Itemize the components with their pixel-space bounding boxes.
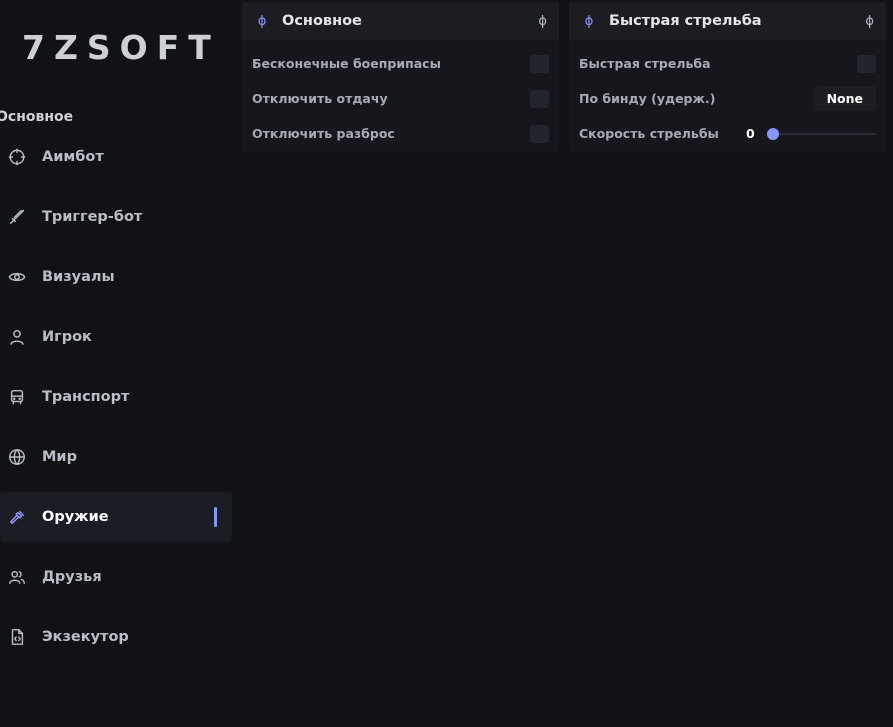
panel-title: Основное — [282, 13, 362, 29]
phi-icon[interactable]: ϕ — [865, 14, 874, 29]
rapid-fire-panel: ϕ Быстрая стрельба ϕ Быстрая стрельба По… — [569, 2, 886, 152]
active-indicator — [214, 507, 217, 527]
sidebar-item-world[interactable]: Мир — [0, 432, 232, 482]
sidebar-item-label: Мир — [42, 449, 77, 465]
sidebar-item-weapons[interactable]: Оружие — [0, 492, 232, 542]
sidebar-section-label: Основное — [0, 109, 74, 125]
sidebar-item-label: Игрок — [42, 329, 92, 345]
sword-icon — [8, 208, 26, 226]
panel-header: ϕ Основное ϕ — [242, 2, 559, 40]
setting-label: Отключить разброс — [252, 126, 395, 141]
main-settings-panel: ϕ Основное ϕ Бесконечные боеприпасы Откл… — [242, 2, 559, 152]
slider-handle[interactable] — [767, 127, 779, 140]
app-window: 7ZSOFT Основное Аимбот Триггер-бот Визуа… — [0, 0, 893, 727]
panel-title: Быстрая стрельба — [609, 13, 762, 29]
setting-label: Скорость стрельбы — [579, 126, 719, 141]
sidebar-item-visuals[interactable]: Визуалы — [0, 252, 232, 302]
sidebar-item-label: Транспорт — [42, 389, 130, 405]
rapid-fire-checkbox[interactable] — [857, 54, 876, 73]
bus-icon — [8, 388, 26, 406]
setting-row-infinite-ammo: Бесконечные боеприпасы — [252, 46, 549, 81]
phi-icon[interactable]: ϕ — [538, 14, 547, 29]
sidebar-item-label: Друзья — [42, 569, 102, 585]
setting-row-no-recoil: Отключить отдачу — [252, 81, 549, 116]
sidebar-item-transport[interactable]: Транспорт — [0, 372, 232, 422]
sidebar-item-player[interactable]: Игрок — [0, 312, 232, 362]
user-icon — [8, 328, 26, 346]
sidebar-item-friends[interactable]: Друзья — [0, 552, 232, 602]
crosshair-icon — [8, 148, 26, 166]
fire-speed-slider[interactable] — [767, 127, 876, 140]
sidebar-item-aimbot[interactable]: Аимбот — [0, 132, 232, 182]
code-file-icon — [8, 628, 26, 646]
fire-speed-slider-wrap: 0 — [746, 126, 876, 141]
phi-icon: ϕ — [584, 13, 594, 29]
users-icon — [8, 568, 26, 586]
hammer-icon — [8, 508, 26, 526]
setting-label: Быстрая стрельба — [579, 56, 711, 71]
setting-label: По бинду (удерж.) — [579, 91, 716, 106]
panel-header: ϕ Быстрая стрельба ϕ — [569, 2, 886, 40]
no-recoil-checkbox[interactable] — [530, 89, 549, 108]
sidebar-item-label: Триггер-бот — [42, 209, 143, 225]
phi-icon: ϕ — [257, 13, 267, 29]
sidebar-item-label: Экзекутор — [42, 629, 129, 645]
app-logo: 7ZSOFT — [22, 28, 220, 67]
setting-label: Бесконечные боеприпасы — [252, 56, 441, 71]
setting-row-bind: По бинду (удерж.) None — [579, 81, 876, 116]
eye-icon — [8, 268, 26, 286]
infinite-ammo-checkbox[interactable] — [530, 54, 549, 73]
sidebar-item-executor[interactable]: Экзекутор — [0, 612, 232, 662]
slider-value: 0 — [746, 126, 755, 141]
sidebar-item-label: Оружие — [42, 509, 109, 525]
globe-icon — [8, 448, 26, 466]
setting-row-rapid-fire: Быстрая стрельба — [579, 46, 876, 81]
sidebar-item-label: Визуалы — [42, 269, 115, 285]
setting-label: Отключить отдачу — [252, 91, 388, 106]
sidebar-nav: Аимбот Триггер-бот Визуалы Игрок Транспо… — [0, 132, 232, 672]
sidebar-item-label: Аимбот — [42, 149, 104, 165]
setting-row-fire-speed: Скорость стрельбы 0 — [579, 116, 876, 151]
keybind-button[interactable]: None — [813, 86, 876, 111]
setting-row-no-spread: Отключить разброс — [252, 116, 549, 151]
no-spread-checkbox[interactable] — [530, 124, 549, 143]
sidebar-item-triggerbot[interactable]: Триггер-бот — [0, 192, 232, 242]
